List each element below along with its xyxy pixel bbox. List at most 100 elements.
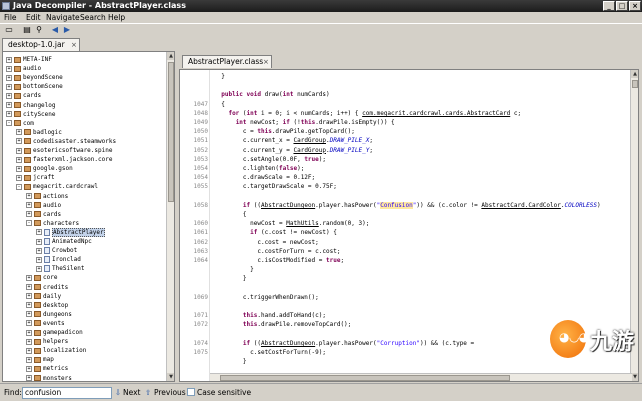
code-line[interactable]: c.lighten(false); bbox=[214, 165, 304, 173]
expand-icon[interactable]: + bbox=[6, 65, 12, 72]
code-line[interactable]: c = this.drawPile.getTopCard(); bbox=[214, 128, 355, 136]
tree-node[interactable]: - com bbox=[6, 119, 34, 128]
code-line[interactable]: c.targetDrawScale = 0.75F; bbox=[214, 183, 337, 191]
menu-edit[interactable]: Edit bbox=[26, 13, 41, 22]
code-line[interactable]: } bbox=[214, 266, 254, 274]
code-line[interactable]: c.isCostModified = true; bbox=[214, 257, 344, 265]
tree-node[interactable]: + AnimatedNpc bbox=[36, 237, 92, 246]
close-icon[interactable]: × bbox=[263, 56, 269, 68]
back-arrow-icon[interactable]: ◀ bbox=[50, 25, 60, 35]
tree-node[interactable]: + map bbox=[26, 355, 54, 364]
minimize-button[interactable]: _ bbox=[603, 1, 615, 11]
expand-icon[interactable]: + bbox=[16, 147, 22, 154]
expand-icon[interactable]: + bbox=[26, 211, 32, 218]
scroll-thumb[interactable] bbox=[168, 62, 174, 202]
tree-node[interactable]: + audio bbox=[26, 201, 61, 210]
tree-node[interactable]: - megacrit.cardcrawl bbox=[16, 182, 98, 191]
scroll-down-icon[interactable]: ▼ bbox=[167, 373, 174, 381]
next-button[interactable]: Next bbox=[123, 388, 140, 397]
code-line[interactable]: c.costForTurn = c.cost; bbox=[214, 248, 340, 256]
code-line[interactable]: if ((AbstractDungeon.player.hasPower("Co… bbox=[214, 340, 478, 348]
forward-arrow-icon[interactable]: ▶ bbox=[62, 25, 72, 35]
maximize-button[interactable]: □ bbox=[616, 1, 628, 11]
previous-button[interactable]: Previous bbox=[154, 388, 186, 397]
expand-icon[interactable]: + bbox=[6, 74, 12, 81]
code-line[interactable]: this.hand.addToHand(c); bbox=[214, 312, 326, 320]
code-line[interactable]: } bbox=[214, 275, 247, 283]
expand-icon[interactable]: + bbox=[26, 320, 32, 327]
tree-node[interactable]: + actions bbox=[26, 192, 68, 201]
tree-node[interactable]: + localization bbox=[26, 346, 86, 355]
code-line[interactable]: c.setAngle(0.0F, true); bbox=[214, 156, 326, 164]
expand-icon[interactable]: + bbox=[26, 193, 32, 199]
tree-node[interactable]: + events bbox=[26, 319, 65, 328]
expand-icon[interactable]: + bbox=[36, 265, 42, 272]
tree-node[interactable]: + Crowbot bbox=[36, 246, 77, 255]
expand-icon[interactable]: + bbox=[26, 302, 32, 309]
code-line[interactable]: if ((AbstractDungeon.player.hasPower("Co… bbox=[214, 201, 601, 210]
code-line[interactable]: c.setCostForTurn(-9); bbox=[214, 349, 326, 357]
code-line[interactable]: c.current_x = CardGroup.DRAW_PILE_X; bbox=[214, 137, 373, 145]
menu-help[interactable]: Help bbox=[108, 13, 125, 22]
expand-icon[interactable]: + bbox=[16, 129, 22, 136]
code-line[interactable]: newCost = MathUtils.random(0, 3); bbox=[214, 220, 369, 228]
expand-icon[interactable]: + bbox=[6, 56, 12, 63]
tree-node[interactable]: - characters bbox=[26, 219, 79, 228]
tree-vertical-scrollbar[interactable]: ▲ ▼ bbox=[166, 52, 174, 381]
expand-icon[interactable]: + bbox=[26, 347, 32, 354]
expand-icon[interactable]: + bbox=[26, 338, 32, 345]
hscroll-thumb[interactable] bbox=[220, 375, 510, 381]
tree-node[interactable]: + badlogic bbox=[16, 128, 62, 137]
editor-horizontal-scrollbar[interactable] bbox=[210, 373, 632, 381]
expand-icon[interactable]: + bbox=[6, 92, 12, 99]
tree-node[interactable]: + credits bbox=[26, 283, 68, 292]
case-sensitive-checkbox[interactable] bbox=[187, 388, 195, 396]
code-line[interactable]: c.drawScale = 0.12F; bbox=[214, 174, 315, 182]
collapse-icon[interactable]: - bbox=[6, 120, 12, 127]
tree-node[interactable]: + monsters bbox=[26, 374, 72, 381]
expand-icon[interactable]: + bbox=[26, 329, 32, 336]
expand-icon[interactable]: + bbox=[26, 311, 32, 318]
expand-icon[interactable]: + bbox=[26, 293, 32, 300]
find-input[interactable]: confusion bbox=[22, 387, 112, 399]
expand-icon[interactable]: + bbox=[26, 202, 32, 209]
code-line[interactable]: } bbox=[214, 358, 247, 366]
expand-icon[interactable]: + bbox=[36, 247, 42, 254]
code-line[interactable]: { bbox=[214, 101, 225, 109]
code-line[interactable]: for (int i = 0; i < numCards; i++) { com… bbox=[214, 110, 521, 118]
tab-jar[interactable]: desktop-1.0.jar × bbox=[2, 38, 80, 51]
scroll-down-icon[interactable]: ▼ bbox=[631, 373, 638, 381]
tree-node[interactable]: + codedisaster.steamworks bbox=[16, 137, 116, 146]
tree-node[interactable]: + TheSilent bbox=[36, 264, 85, 273]
expand-icon[interactable]: + bbox=[6, 111, 12, 118]
tree-node[interactable]: + daily bbox=[26, 292, 61, 301]
menu-navigate[interactable]: Navigate bbox=[46, 13, 80, 22]
expand-icon[interactable]: + bbox=[6, 83, 12, 90]
code-line[interactable]: if (c.cost != newCost) { bbox=[214, 229, 337, 237]
expand-icon[interactable]: + bbox=[16, 156, 22, 163]
tree-node[interactable]: + audio bbox=[6, 64, 41, 73]
expand-icon[interactable]: + bbox=[16, 174, 22, 181]
close-icon[interactable]: × bbox=[71, 39, 77, 51]
code-line[interactable]: c.current_y = CardGroup.DRAW_PILE_Y; bbox=[214, 147, 373, 155]
tree-node[interactable]: + dungeons bbox=[26, 310, 72, 319]
tree-node[interactable]: + google.gson bbox=[16, 164, 73, 173]
tree-node[interactable]: + cards bbox=[26, 210, 61, 219]
code-line[interactable]: public void draw(int numCards) bbox=[214, 91, 329, 99]
code-line[interactable]: } bbox=[214, 73, 225, 81]
scroll-thumb[interactable] bbox=[632, 80, 638, 88]
tree-node[interactable]: + cards bbox=[6, 91, 41, 100]
expand-icon[interactable]: + bbox=[36, 238, 42, 245]
close-button[interactable]: × bbox=[629, 1, 641, 11]
previous-arrow-icon[interactable]: ⇧ bbox=[145, 388, 151, 397]
search-icon[interactable]: ⚲ bbox=[34, 25, 44, 35]
expand-icon[interactable]: + bbox=[26, 274, 32, 281]
tree-node[interactable]: + core bbox=[26, 273, 57, 282]
code-line[interactable]: c.triggerWhenDrawn(); bbox=[214, 294, 319, 302]
tree-node[interactable]: + changelog bbox=[6, 101, 56, 110]
tree-node[interactable]: + beyondScene bbox=[6, 73, 63, 82]
expand-icon[interactable]: + bbox=[16, 138, 22, 145]
expand-icon[interactable]: + bbox=[36, 229, 42, 236]
tree-node[interactable]: + cityScene bbox=[6, 110, 56, 119]
expand-icon[interactable]: + bbox=[26, 365, 32, 372]
